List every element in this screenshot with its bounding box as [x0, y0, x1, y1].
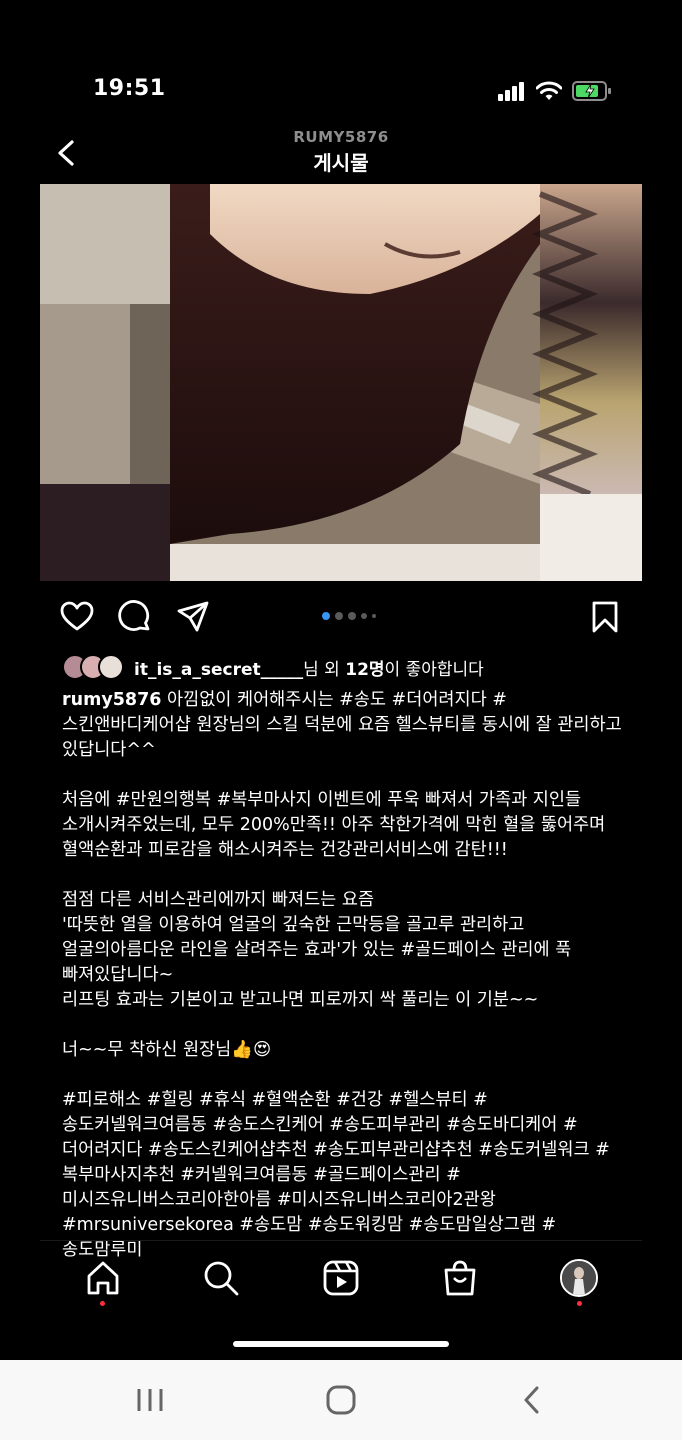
post-photo[interactable] [40, 184, 642, 581]
post-photo-art [40, 184, 642, 581]
battery-icon [572, 81, 611, 101]
notification-dot [577, 1301, 582, 1306]
share-icon[interactable] [176, 600, 210, 634]
caption-username[interactable]: rumy5876 [62, 690, 161, 710]
bottom-tab-bar [40, 1240, 642, 1315]
recents-icon[interactable] [130, 1382, 170, 1418]
page-title: 게시물 [313, 151, 369, 175]
status-time: 19:51 [93, 76, 166, 101]
home-icon[interactable] [84, 1259, 122, 1297]
liker-avatars [62, 654, 124, 680]
likes-text: 님 외 [303, 659, 346, 680]
profile-avatar[interactable] [560, 1259, 598, 1297]
home-indicator[interactable] [233, 1341, 449, 1347]
back-icon[interactable] [512, 1382, 552, 1418]
comment-icon[interactable] [118, 600, 152, 634]
avatar [98, 654, 124, 680]
likes-count[interactable]: 12명 [345, 660, 384, 680]
likes-summary[interactable]: it_is_a_secret_____님 외 12명이 좋아합니다 [62, 652, 642, 682]
post-caption: rumy5876 아낌없이 케어해주시는 #송도 #더어려지다 #스킨앤바디케어… [62, 688, 632, 1263]
profile-avatar-photo [562, 1261, 596, 1295]
carousel-dot [335, 612, 343, 620]
heart-icon[interactable] [60, 600, 94, 634]
bookmark-icon[interactable] [588, 600, 622, 634]
shop-icon[interactable] [441, 1259, 479, 1297]
post-actions [40, 596, 642, 638]
status-icons [498, 80, 612, 102]
home-circle-icon[interactable] [321, 1382, 361, 1418]
carousel-dot [322, 612, 330, 620]
carousel-dot [361, 613, 367, 619]
post-header: RUMY5876 게시물 [0, 120, 682, 182]
wifi-icon [536, 81, 562, 100]
likes-suffix: 이 좋아합니다 [384, 659, 484, 680]
header-username: RUMY5876 [293, 128, 389, 146]
search-icon[interactable] [202, 1259, 240, 1297]
carousel-dot [372, 614, 376, 618]
notification-dot [100, 1301, 105, 1306]
reels-icon[interactable] [322, 1259, 360, 1297]
caption-text: 아낌없이 케어해주시는 #송도 #더어려지다 #스킨앤바디케어샵 원장님의 스킬… [62, 690, 622, 1260]
carousel-indicator [322, 612, 376, 620]
carousel-dot [348, 612, 356, 620]
liker-username[interactable]: it_is_a_secret_____ [134, 660, 303, 680]
status-bar: 19:51 [0, 0, 682, 120]
android-nav-bar [0, 1360, 682, 1440]
signal-icon [498, 82, 524, 101]
